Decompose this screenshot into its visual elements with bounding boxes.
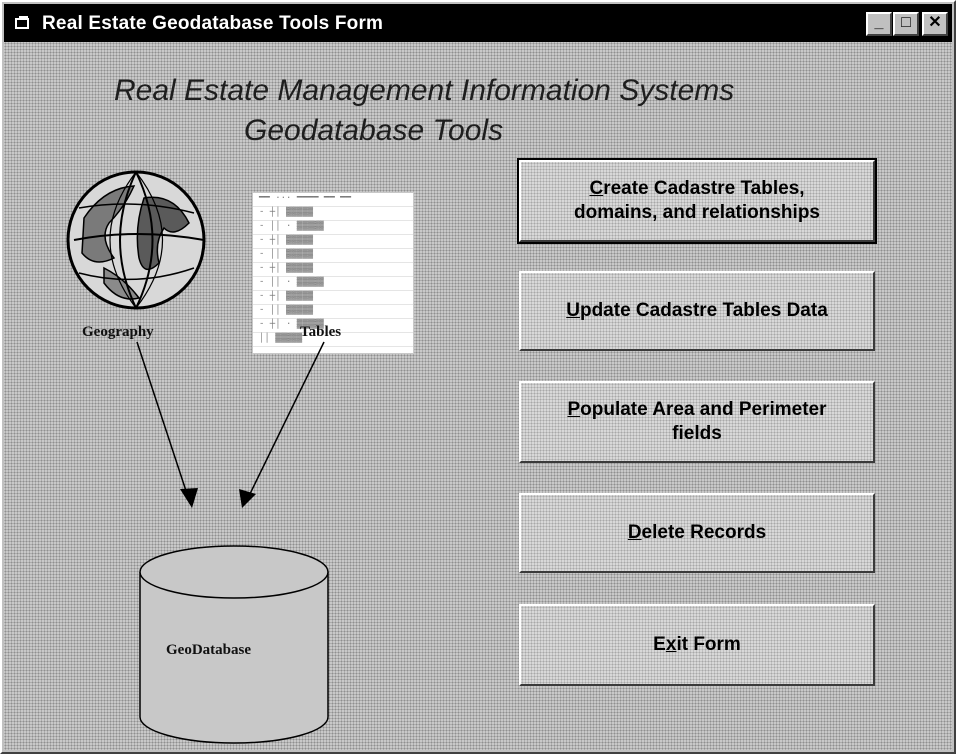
exit-form-button[interactable]: Exit Form [519, 604, 875, 686]
title-bar[interactable]: Real Estate Geodatabase Tools Form _ □ ✕ [4, 4, 952, 42]
button-label: pdate Cadastre Tables Data [579, 300, 828, 321]
delete-records-button[interactable]: Delete Records [519, 493, 875, 573]
button-label-prefix: E [653, 634, 666, 655]
mnemonic: P [567, 399, 581, 420]
populate-area-perimeter-button[interactable]: Populate Area and Perimeter fields [519, 381, 875, 463]
update-cadastre-tables-data-button[interactable]: Update Cadastre Tables Data [519, 271, 875, 351]
button-label: reate Cadastre Tables, [603, 178, 805, 199]
arrow-tables [246, 341, 325, 501]
app-icon[interactable] [14, 14, 32, 32]
arrow-head-icon [239, 489, 256, 508]
arrow-geography [136, 341, 190, 501]
mnemonic: C [589, 178, 604, 199]
button-label-line2: domains, and relationships [574, 202, 820, 223]
button-label: elete Records [641, 522, 767, 543]
form-body: Real Estate Management Information Syste… [4, 42, 952, 750]
close-button[interactable]: ✕ [922, 12, 948, 36]
button-label: it Form [676, 634, 741, 655]
window-title: Real Estate Geodatabase Tools Form [42, 13, 384, 34]
maximize-icon: □ [901, 14, 911, 31]
arrow-head-icon [180, 488, 198, 508]
main-window: Real Estate Geodatabase Tools Form _ □ ✕… [0, 0, 956, 754]
mnemonic: D [627, 522, 642, 543]
minimize-button[interactable]: _ [866, 12, 892, 36]
mnemonic: U [566, 300, 580, 321]
maximize-button[interactable]: □ [893, 12, 919, 36]
minimize-icon: _ [874, 14, 884, 31]
close-icon: ✕ [928, 14, 942, 31]
button-label: opulate Area and Perimeter [580, 399, 827, 420]
mnemonic: x [665, 634, 677, 655]
button-label-line2: fields [672, 423, 722, 444]
create-cadastre-tables-button[interactable]: Create Cadastre Tables, domains, and rel… [517, 158, 877, 244]
geodatabase-label: GeoDatabase [166, 642, 251, 658]
